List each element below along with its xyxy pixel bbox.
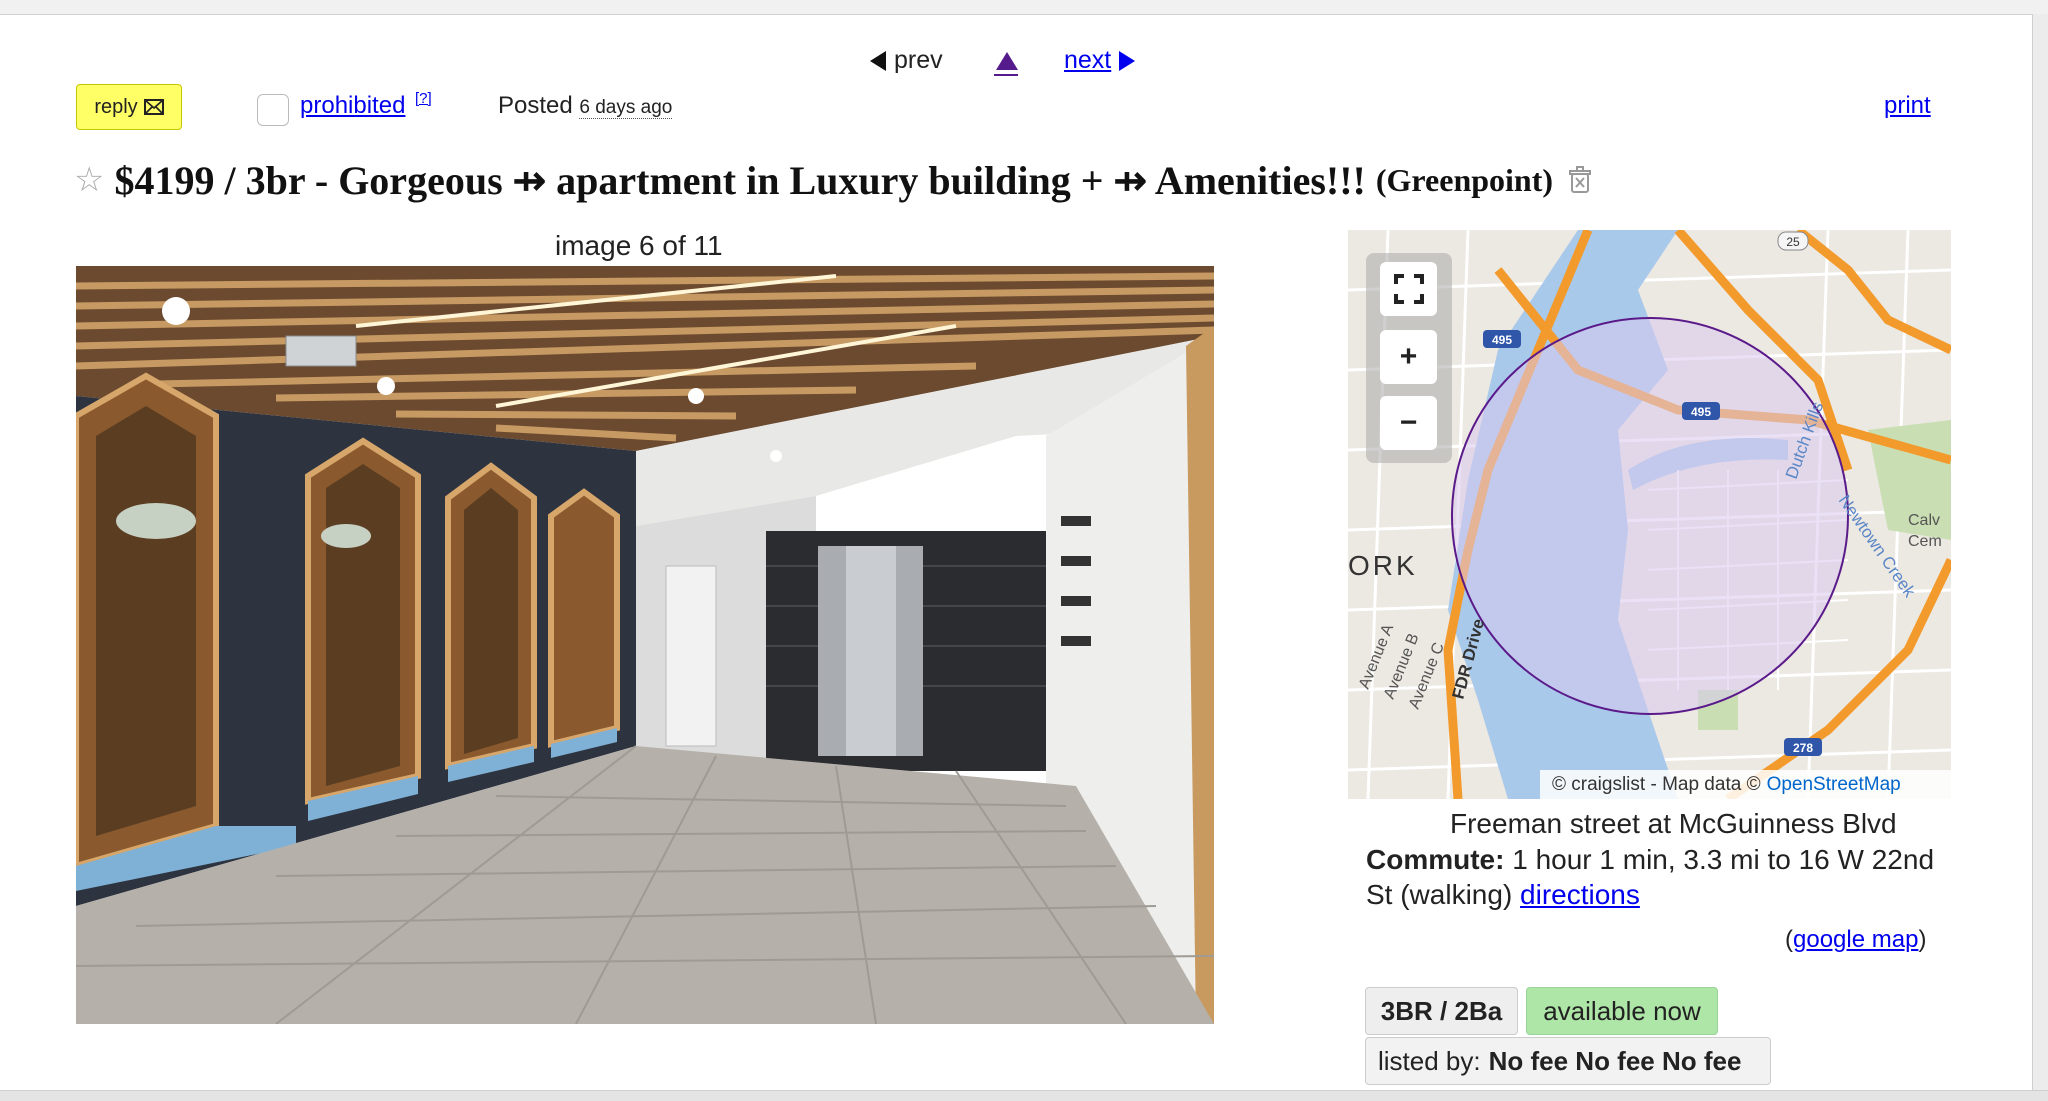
hide-trash-icon[interactable] — [1567, 166, 1593, 194]
prev-link[interactable]: prev — [870, 46, 943, 75]
next-link[interactable]: next — [1064, 46, 1136, 75]
prev-arrow-icon — [870, 50, 886, 71]
prohibited-link[interactable]: prohibited — [300, 92, 405, 120]
next-arrow-icon — [1119, 50, 1136, 71]
posting-title: ☆ $4199 / 3br - Gorgeous ⇸ apartment in … — [74, 156, 1593, 204]
listing-photo[interactable] — [76, 266, 1214, 1024]
post-title-text: $4199 / 3br - Gorgeous ⇸ apartment in Lu… — [114, 157, 1366, 203]
next-link-text[interactable]: next — [1064, 46, 1111, 75]
listed-by-value: No fee No fee No fee — [1488, 1045, 1742, 1076]
window-right-edge — [2032, 14, 2048, 1100]
window-bottom-edge — [0, 1090, 2048, 1101]
shield-278: 278 — [1793, 741, 1813, 755]
favorite-star-icon[interactable]: ☆ — [74, 160, 104, 200]
map-label-cem: Cem — [1908, 533, 1942, 550]
google-map-link[interactable]: google map — [1793, 926, 1918, 953]
up-arrow-icon — [996, 52, 1018, 70]
posted-info: Posted 6 days ago — [498, 92, 673, 120]
print-link[interactable]: print — [1884, 92, 1931, 120]
image-counter: image 6 of 11 — [555, 230, 723, 261]
map-label-calv: Calv — [1908, 512, 1940, 529]
neighborhood-label: (Greenpoint) — [1375, 161, 1554, 198]
posted-label: Posted — [498, 92, 573, 119]
map-address: Freeman street at McGuinness Blvd — [1450, 808, 1897, 839]
shield-495-a: 495 — [1492, 333, 1512, 347]
directions-link[interactable]: directions — [1520, 879, 1640, 910]
fullscreen-icon — [1393, 274, 1424, 304]
up-link-underline — [994, 74, 1018, 76]
map-attribution-text: © craigslist - Map data © — [1552, 773, 1761, 795]
commute-info: Commute: 1 hour 1 min, 3.3 mi to 16 W 22… — [1366, 842, 1946, 912]
prohibited-help-link[interactable]: [?] — [415, 90, 432, 107]
map-fullscreen-button[interactable] — [1380, 262, 1437, 316]
shield-495-b: 495 — [1691, 405, 1711, 419]
map-attribution: © craigslist - Map data © OpenStreetMap — [1540, 770, 1951, 799]
map-zoom-in-button[interactable]: + — [1380, 330, 1437, 384]
bedbath-tag: 3BR / 2Ba — [1365, 987, 1518, 1035]
listed-by-label: listed by: — [1378, 1045, 1481, 1076]
map-label-york: ORK — [1348, 550, 1418, 581]
posted-time: 6 days ago — [579, 97, 673, 119]
flag-checkbox[interactable] — [257, 94, 289, 126]
availability-tag: available now — [1526, 987, 1718, 1035]
browser-top-edge — [0, 0, 2048, 15]
google-map-container: (google map) — [1785, 926, 1927, 953]
up-link[interactable] — [996, 52, 1018, 70]
map-zoom-out-button[interactable]: − — [1380, 396, 1437, 450]
listed-by-tag: listed by: No fee No fee No fee — [1365, 1037, 1771, 1085]
commute-label: Commute: — [1366, 844, 1505, 875]
reply-label: reply — [94, 95, 138, 118]
envelope-icon — [143, 99, 164, 115]
lobby-photo-illustration — [76, 266, 1214, 1024]
shield-25: 25 — [1786, 235, 1800, 249]
reply-button[interactable]: reply — [76, 84, 182, 130]
openstreetmap-link[interactable]: OpenStreetMap — [1767, 774, 1901, 796]
